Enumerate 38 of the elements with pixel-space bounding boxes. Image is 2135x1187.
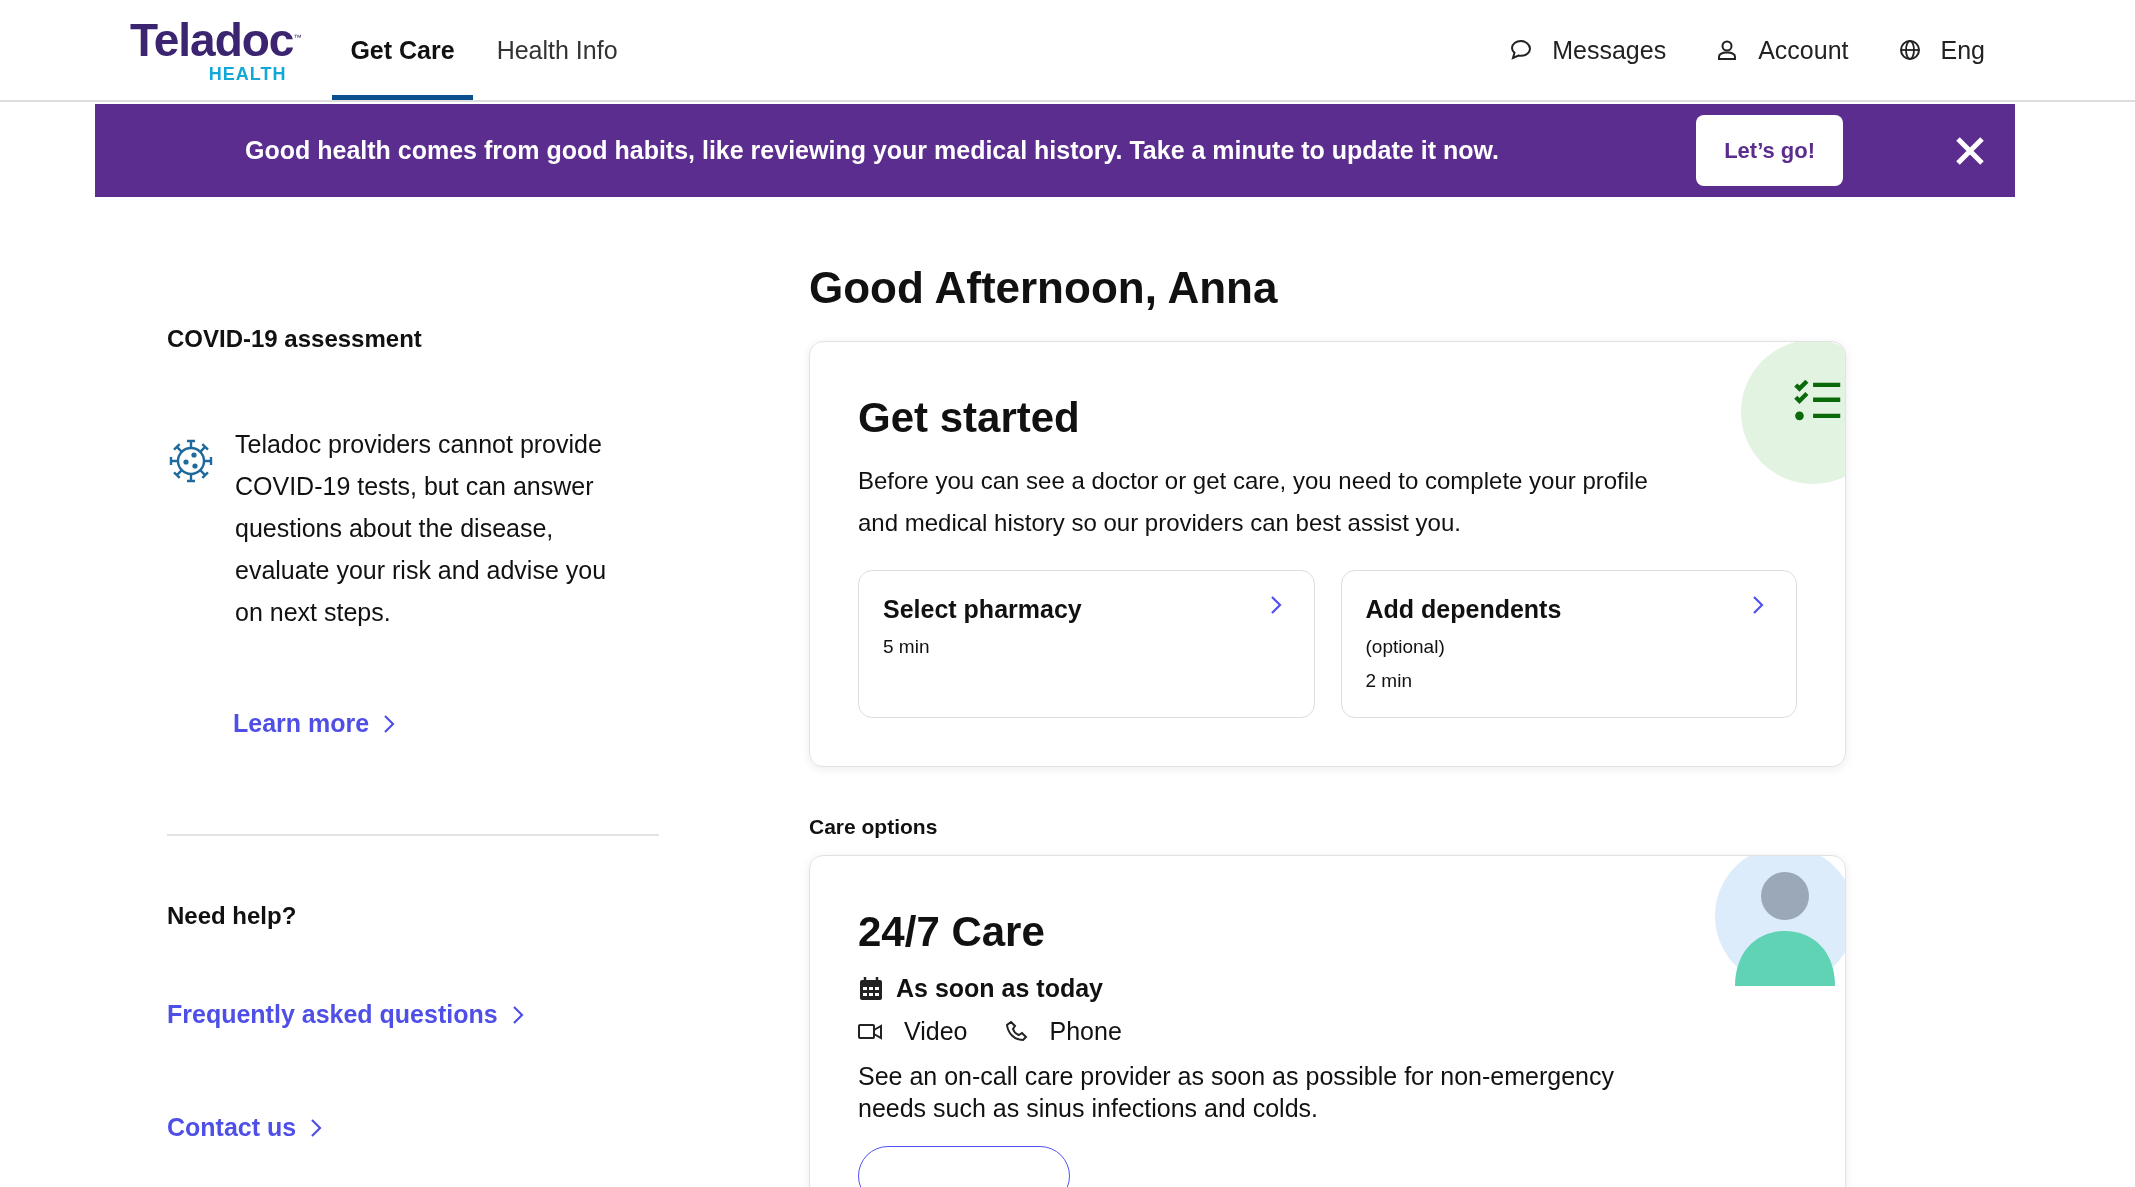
task-title: Select pharmacy [883,595,1082,624]
nav-tab[interactable]: Health Info [478,5,636,100]
section-heading: Need help? [167,902,298,930]
card-description: See an on-call care provider as soon as possible for non-emergency needs such as sinus infections and colds. [858,1061,1615,1124]
chevron-icon [511,1004,524,1025]
checklist-icon [1793,380,1843,422]
help-link[interactable]: Frequently asked questions [167,1000,524,1029]
nav-link[interactable]: Account [1714,35,1849,65]
task-card[interactable]: Select pharmacy 5 min [858,570,1315,718]
chevron-icon [1269,595,1282,615]
task-title: Add dependents [1365,595,1562,624]
calendar-icon [858,975,884,1002]
chevron-icon [383,713,396,734]
close-icon[interactable] [1955,135,1985,166]
task-note: (optional) [1365,636,1446,658]
virus-icon [167,437,215,485]
lets-go-button[interactable]: Let’s go! [1696,115,1843,186]
banner-message: Good health comes from good habits, like reviewing your medical history. Take a minute to update it now. [245,136,1500,165]
learn-more-link[interactable]: Learn more [233,709,396,738]
nav-link[interactable]: Eng [1896,35,1985,65]
card-description: Before you can see a doctor or get care, you need to complete your profile and medical history so our providers can best assist you. [858,466,1648,538]
section-heading: Care options [809,815,939,839]
task-duration: 2 min [1365,670,1413,692]
chevron-icon [310,1117,323,1138]
logo[interactable]: Teladoc$^{™}$ HEALTH [130,0,301,100]
nav-link[interactable]: Messages [1508,35,1667,65]
mode-label: Phone [1049,1017,1122,1046]
task-card[interactable]: Add dependents (optional) 2 min [1340,570,1797,718]
mode-label: Video [904,1017,968,1046]
task-duration: 5 min [883,636,931,658]
greeting: Good Afternoon, Anna [809,263,1279,313]
info-text: Teladoc providers cannot provide COVID-19 tests, but can answer questions about the disease, evaluate your risk and advise you on next steps. [235,429,608,628]
help-link[interactable]: Contact us [167,1113,323,1142]
availability-text: As soon as today [896,974,1103,1003]
card-title: 24/7 Care [858,908,1046,956]
section-heading: COVID-19 assessment [167,325,423,353]
chevron-icon [1752,595,1764,615]
card-title: Get started [858,394,1081,442]
